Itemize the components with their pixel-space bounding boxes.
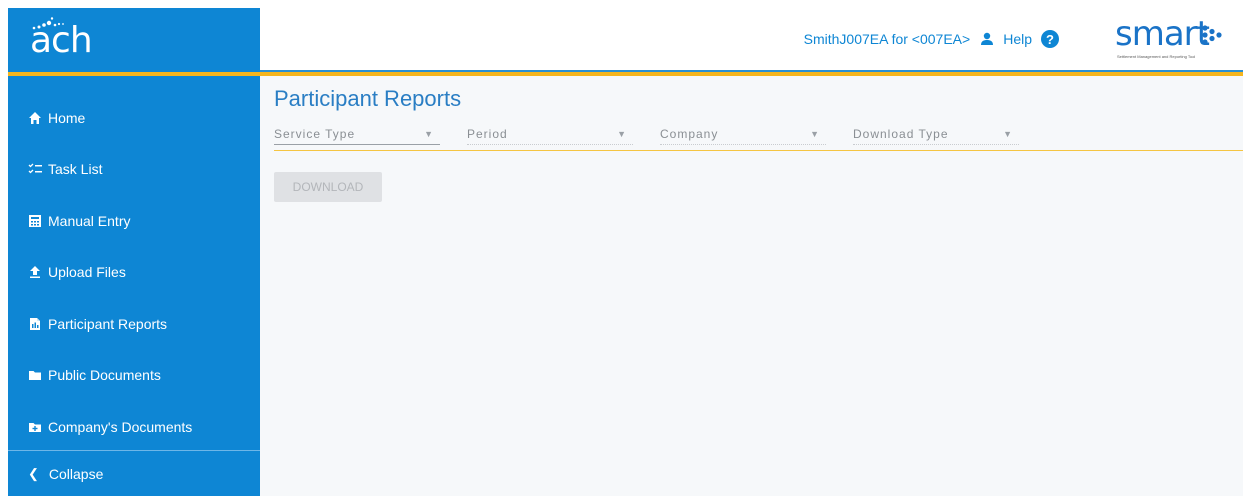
sidebar-item-upload-files[interactable]: Upload Files bbox=[8, 247, 260, 299]
user-area: SmithJ007EA for <007EA> Help ? bbox=[804, 30, 1059, 48]
collapse-label: Collapse bbox=[48, 465, 104, 482]
home-icon bbox=[28, 111, 42, 125]
user-icon[interactable] bbox=[979, 31, 995, 47]
user-account-link[interactable]: SmithJ007EA for <007EA> bbox=[804, 31, 971, 47]
company-select[interactable]: Company ▼ bbox=[660, 124, 826, 145]
sidebar-item-label: Manual Entry bbox=[48, 212, 131, 229]
collapse-button[interactable]: ❮ Collapse bbox=[8, 450, 260, 496]
download-type-select[interactable]: Download Type ▼ bbox=[853, 124, 1019, 145]
page-title: Participant Reports bbox=[274, 86, 462, 111]
sidebar-item-home[interactable]: Home bbox=[8, 92, 260, 144]
help-icon[interactable]: ? bbox=[1041, 30, 1059, 48]
sidebar-item-label: Upload Files bbox=[48, 264, 126, 281]
filter-bar: Service Type ▼ Period ▼ Company ▼ Downlo… bbox=[274, 124, 1243, 151]
caret-down-icon: ▼ bbox=[1003, 129, 1013, 139]
sidebar-item-public-documents[interactable]: Public Documents bbox=[8, 350, 260, 402]
sidebar-nav: Home Task List Manual Entry Upload Files… bbox=[8, 92, 260, 453]
caret-down-icon: ▼ bbox=[424, 129, 434, 139]
sidebar: ach Home Task List Manual Entry Upload F… bbox=[8, 8, 260, 496]
sidebar-item-label: Public Documents bbox=[48, 367, 161, 384]
ach-logo[interactable]: ach bbox=[8, 8, 260, 72]
sidebar-item-label: Home bbox=[48, 109, 86, 126]
service-type-placeholder: Service Type bbox=[274, 127, 356, 141]
caret-down-icon: ▼ bbox=[617, 129, 627, 139]
sidebar-item-participant-reports[interactable]: Participant Reports bbox=[8, 298, 260, 350]
sidebar-item-label: Participant Reports bbox=[48, 315, 168, 332]
smart-logo[interactable]: smart Settlement Management and Reportin… bbox=[1113, 12, 1233, 64]
checklist-icon bbox=[28, 162, 42, 176]
download-button[interactable]: DOWNLOAD bbox=[274, 172, 382, 202]
folder-plus-icon bbox=[28, 420, 42, 434]
upload-icon bbox=[28, 265, 42, 279]
download-type-placeholder: Download Type bbox=[853, 127, 949, 141]
caret-down-icon: ▼ bbox=[810, 129, 820, 139]
sidebar-item-companys-documents[interactable]: Company's Documents bbox=[8, 401, 260, 453]
company-placeholder: Company bbox=[660, 127, 719, 141]
service-type-select[interactable]: Service Type ▼ bbox=[274, 124, 440, 145]
report-icon bbox=[28, 317, 42, 331]
sidebar-item-label: Task List bbox=[48, 161, 103, 178]
calculator-icon bbox=[28, 214, 42, 228]
ach-logo-text: ach bbox=[30, 20, 93, 61]
period-placeholder: Period bbox=[467, 127, 508, 141]
main-content: Participant Reports Service Type ▼ Perio… bbox=[260, 76, 1243, 496]
help-link[interactable]: Help bbox=[1003, 31, 1032, 47]
top-header: SmithJ007EA for <007EA> Help ? smart Set… bbox=[260, 8, 1243, 72]
smart-arrow-icon bbox=[1202, 25, 1222, 45]
smart-logo-text: smart bbox=[1115, 14, 1210, 54]
period-select[interactable]: Period ▼ bbox=[467, 124, 633, 145]
sidebar-item-task-list[interactable]: Task List bbox=[8, 144, 260, 196]
folder-icon bbox=[28, 368, 42, 382]
smart-tagline: Settlement Management and Reporting Tool bbox=[1117, 54, 1196, 59]
sidebar-item-label: Company's Documents bbox=[48, 418, 193, 435]
sidebar-item-manual-entry[interactable]: Manual Entry bbox=[8, 195, 260, 247]
chevron-left-icon: ❮ bbox=[28, 465, 39, 481]
